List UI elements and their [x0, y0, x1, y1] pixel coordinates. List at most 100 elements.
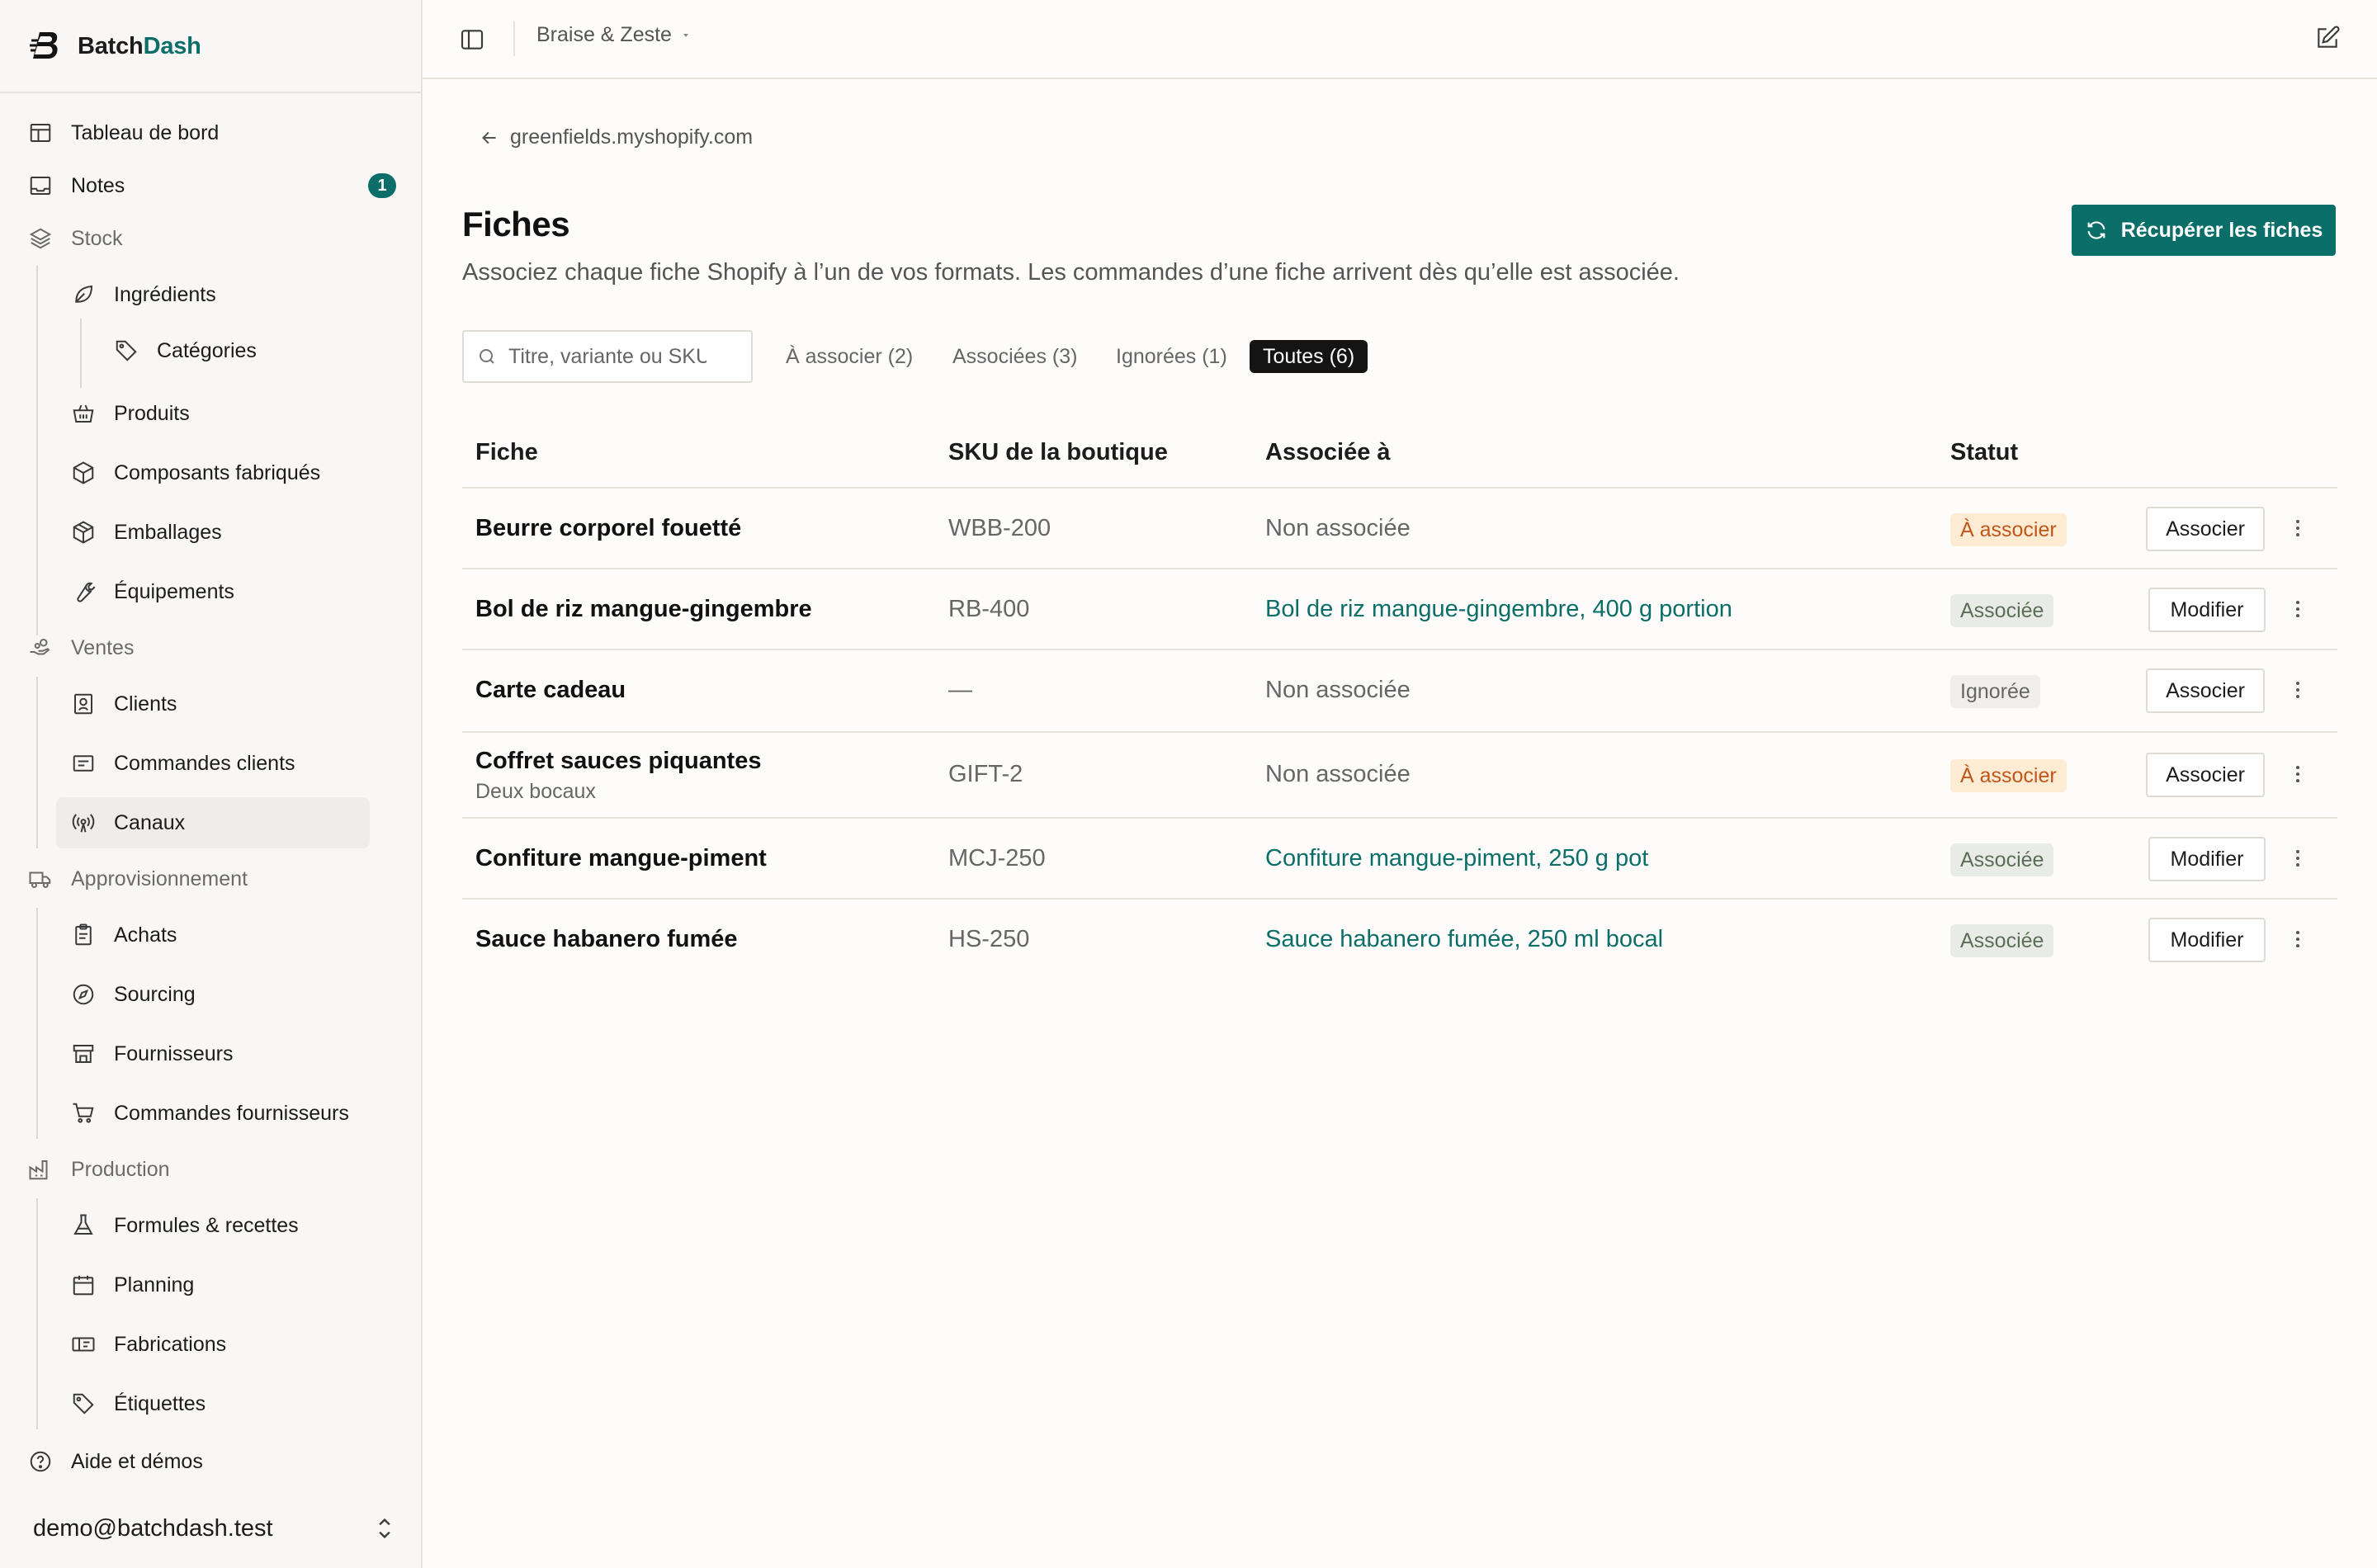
listing-name: Beurre corporel fouetté: [475, 515, 742, 541]
listing-associated: Non associée: [1265, 677, 1411, 703]
tab-to-associate[interactable]: À associer (2): [773, 340, 926, 373]
clipboard-icon: [71, 923, 96, 947]
edit-button[interactable]: Modifier: [2148, 588, 2266, 632]
listing-name: Carte cadeau: [475, 677, 626, 703]
page-title: Fiches: [462, 205, 570, 243]
row-divider: [462, 487, 2337, 489]
basket-icon: [71, 401, 96, 426]
user-menu[interactable]: demo@batchdash.test: [33, 1504, 396, 1553]
status-badge: À associer: [1950, 513, 2067, 546]
more-vertical-icon[interactable]: [2288, 596, 2308, 622]
edit-icon[interactable]: [2314, 25, 2341, 51]
sidebar-item-label: Ventes: [71, 635, 135, 659]
flask-icon: [71, 1213, 96, 1238]
listing-associated-link[interactable]: Confiture mangue-piment, 250 g pot: [1265, 845, 1648, 872]
sidebar-item-label: Canaux: [114, 810, 186, 834]
tree-line: [36, 677, 38, 848]
layout-grid-icon: [28, 120, 53, 145]
listing-sku: RB-400: [948, 596, 1030, 622]
tree-line: [36, 1198, 38, 1429]
sidebar-section-production[interactable]: Production: [28, 1144, 399, 1195]
brand[interactable]: BatchDash: [28, 28, 201, 64]
arrow-left-icon: [479, 127, 500, 149]
row-divider: [462, 898, 2337, 900]
factory-icon: [28, 1157, 53, 1182]
sidebar-item-supplier-orders[interactable]: Commandes fournisseurs: [71, 1088, 401, 1139]
associate-button[interactable]: Associer: [2146, 507, 2265, 551]
listing-name: Sauce habanero fumée: [475, 926, 738, 952]
status-badge: Associée: [1950, 843, 2054, 876]
search-field[interactable]: [462, 330, 753, 383]
sidebar-item-purchases[interactable]: Achats: [71, 909, 368, 961]
tab-associated[interactable]: Associées (3): [939, 340, 1090, 373]
sidebar-item-manufactured-components[interactable]: Composants fabriqués: [71, 447, 385, 498]
sidebar-item-help[interactable]: Aide et démos: [28, 1436, 399, 1487]
tab-all[interactable]: Toutes (6): [1250, 340, 1368, 373]
wrench-icon: [71, 579, 96, 604]
sidebar-section-stock[interactable]: Stock: [28, 213, 399, 264]
associate-button[interactable]: Associer: [2146, 668, 2265, 713]
sidebar-item-label: Commandes clients: [114, 751, 295, 775]
sidebar-item-label: Étiquettes: [114, 1391, 206, 1415]
sidebar-item-label: Emballages: [114, 520, 222, 544]
batchdash-logo-icon: [28, 29, 63, 64]
edit-button[interactable]: Modifier: [2148, 837, 2266, 881]
divider: [0, 92, 421, 93]
sidebar-item-client-orders[interactable]: Commandes clients: [71, 738, 368, 789]
brand-name: BatchDash: [78, 32, 201, 59]
sidebar-item-labels[interactable]: Étiquettes: [71, 1378, 368, 1429]
status-badge: Associée: [1950, 924, 2054, 957]
fetch-listings-button[interactable]: Récupérer les fiches: [2072, 205, 2336, 256]
sidebar-section-procurement[interactable]: Approvisionnement: [28, 853, 399, 904]
divider: [513, 21, 515, 56]
listing-associated-link[interactable]: Sauce habanero fumée, 250 ml bocal: [1265, 926, 1663, 953]
more-vertical-icon[interactable]: [2288, 677, 2308, 703]
sidebar-item-categories[interactable]: Catégories: [114, 325, 370, 376]
sidebar-item-label: Fournisseurs: [114, 1041, 234, 1065]
listing-sku: MCJ-250: [948, 845, 1046, 871]
sidebar-item-equipment[interactable]: Équipements: [71, 566, 368, 617]
sidebar-item-sourcing[interactable]: Sourcing: [71, 969, 368, 1020]
sidebar-item-notes[interactable]: Notes 1: [28, 160, 396, 211]
sidebar-item-label: Achats: [114, 923, 177, 947]
sidebar-item-clients[interactable]: Clients: [71, 678, 368, 730]
status-badge: Ignorée: [1950, 675, 2040, 708]
store-icon: [71, 1041, 96, 1066]
sidebar-item-products[interactable]: Produits: [71, 388, 368, 439]
truck-icon: [28, 867, 53, 891]
more-vertical-icon[interactable]: [2288, 515, 2308, 541]
package-icon: [71, 520, 96, 545]
sidebar-item-channels[interactable]: Canaux: [56, 797, 370, 848]
sidebar-item-planning[interactable]: Planning: [71, 1259, 368, 1311]
workspace-switcher[interactable]: Braise & Zeste: [536, 23, 692, 47]
sidebar-item-ingredients[interactable]: Ingrédients: [71, 269, 368, 320]
sidebar-toggle-icon[interactable]: [459, 26, 485, 53]
row-divider: [462, 568, 2337, 569]
row-divider: [462, 649, 2337, 650]
sidebar-item-label: Catégories: [157, 338, 257, 362]
row-divider: [462, 731, 2337, 733]
more-vertical-icon[interactable]: [2288, 845, 2308, 871]
tab-ignored[interactable]: Ignorées (1): [1103, 340, 1240, 373]
associate-button[interactable]: Associer: [2146, 753, 2265, 797]
column-header-associated: Associée à: [1265, 439, 1391, 465]
page-subtitle: Associez chaque fiche Shopify à l’un de …: [462, 259, 1680, 286]
listing-associated-link[interactable]: Bol de riz mangue-gingembre, 400 g porti…: [1265, 596, 1732, 623]
listing-sku: WBB-200: [948, 515, 1051, 541]
tag-icon: [71, 1391, 96, 1416]
listing-sku: —: [948, 677, 972, 703]
sidebar-section-sales[interactable]: Ventes: [28, 622, 399, 673]
sidebar-item-label: Produits: [114, 401, 190, 425]
sidebar-item-dashboard[interactable]: Tableau de bord: [28, 107, 399, 158]
fetch-listings-label: Récupérer les fiches: [2120, 218, 2323, 242]
sidebar-item-batches[interactable]: Fabrications: [71, 1319, 368, 1370]
status-badge: Associée: [1950, 594, 2054, 627]
back-link[interactable]: greenfields.myshopify.com: [479, 125, 753, 149]
more-vertical-icon[interactable]: [2288, 926, 2308, 952]
more-vertical-icon[interactable]: [2288, 761, 2308, 787]
edit-button[interactable]: Modifier: [2148, 918, 2266, 962]
sidebar-item-recipes[interactable]: Formules & recettes: [71, 1200, 368, 1251]
sidebar-item-suppliers[interactable]: Fournisseurs: [71, 1028, 368, 1079]
sidebar-item-packaging[interactable]: Emballages: [71, 507, 368, 558]
search-input[interactable]: [508, 344, 706, 369]
